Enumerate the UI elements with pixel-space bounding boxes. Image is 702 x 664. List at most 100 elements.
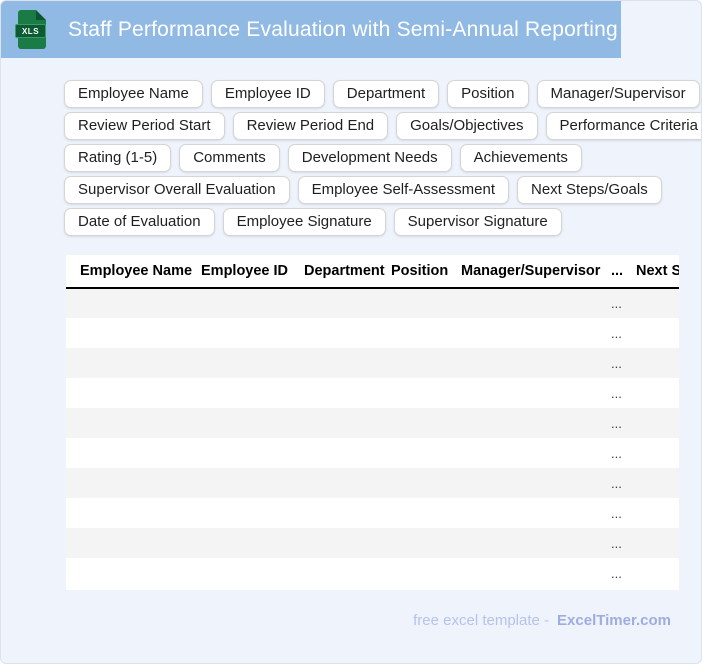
empty-cell (461, 528, 611, 558)
table-row: ... (66, 498, 679, 528)
xls-icon-label: XLS (15, 24, 46, 38)
empty-cell (304, 288, 391, 318)
empty-cell (391, 348, 461, 378)
empty-cell (461, 468, 611, 498)
empty-cell (461, 378, 611, 408)
column-header: Position (391, 255, 461, 289)
empty-cell (636, 348, 679, 378)
empty-cell (636, 408, 679, 438)
empty-cell (304, 528, 391, 558)
table-row: ... (66, 528, 679, 558)
field-chip: Review Period End (232, 112, 389, 140)
empty-cell (201, 348, 304, 378)
empty-cell (391, 558, 461, 588)
empty-cell (66, 528, 201, 558)
table-header-row: Employee Name Employee ID Department Positi… (66, 255, 679, 289)
field-chip: Employee ID (210, 80, 325, 108)
empty-cell (304, 378, 391, 408)
field-chip: Position (447, 80, 529, 108)
column-header: Next Steps/Goals (636, 255, 679, 289)
empty-cell (304, 468, 391, 498)
ellipsis-cell: ... (611, 408, 636, 438)
empty-cell (66, 288, 201, 318)
empty-cell (636, 378, 679, 408)
chip-row: Review Period Start Review Period End Goal… (64, 112, 701, 140)
empty-cell (66, 378, 201, 408)
ellipsis-cell: ... (611, 528, 636, 558)
table-row: ... (66, 408, 679, 438)
ellipsis-cell: ... (611, 565, 622, 581)
column-header: Employee Name (66, 255, 201, 289)
empty-cell (461, 408, 611, 438)
empty-cell (66, 438, 201, 468)
empty-cell (66, 348, 201, 378)
empty-cell (66, 408, 201, 438)
empty-cell (461, 498, 611, 528)
footer-brand-link[interactable]: ExcelTimer.com (557, 612, 671, 629)
table-row: ... (66, 288, 679, 318)
empty-cell (391, 288, 461, 318)
table-body: .............................. (66, 288, 679, 588)
empty-cell (66, 468, 201, 498)
ellipsis-cell: ... (611, 348, 636, 378)
empty-cell (461, 558, 611, 588)
empty-cell (636, 318, 679, 348)
field-chip: Employee Name (64, 80, 203, 108)
empty-cell (636, 558, 679, 588)
empty-cell (636, 288, 679, 318)
ellipsis-cell: ... (611, 325, 622, 341)
empty-cell (391, 468, 461, 498)
empty-cell (201, 468, 304, 498)
field-chip: Development Needs (287, 144, 452, 172)
footer: free excel template - ExcelTimer.com (1, 612, 701, 629)
empty-cell (304, 408, 391, 438)
empty-cell (66, 318, 201, 348)
empty-cell (304, 558, 391, 588)
field-chip-list: Employee Name Employee ID Department Positi… (64, 80, 701, 236)
column-header: Employee ID (201, 255, 304, 289)
empty-cell (636, 498, 679, 528)
ellipsis-cell: ... (611, 468, 636, 498)
field-chip: Rating (1-5) (64, 144, 172, 172)
empty-cell (391, 528, 461, 558)
chip-row: Supervisor Overall Evaluation Employee Se… (64, 176, 701, 204)
field-chip: Review Period Start (64, 112, 225, 140)
empty-cell (201, 378, 304, 408)
field-chip: Comments (179, 144, 280, 172)
empty-cell (636, 468, 679, 498)
preview-table-container: Employee Name Employee ID Department Positi… (66, 255, 679, 590)
file-fold-icon (36, 10, 46, 20)
header-bar: XLS Staff Performance Evaluation with Se… (1, 1, 621, 58)
table-row: ... (66, 378, 679, 408)
ellipsis-cell: ... (611, 288, 636, 318)
table-row: ... (66, 438, 679, 468)
field-chip: Department (332, 80, 440, 108)
empty-cell (201, 288, 304, 318)
empty-cell (304, 348, 391, 378)
empty-cell (201, 438, 304, 468)
table-row: ... (66, 318, 679, 348)
field-chip: Supervisor Overall Evaluation (64, 176, 290, 204)
chip-row: Date of Evaluation Employee Signature Supe… (64, 208, 701, 236)
table-row: ... (66, 558, 679, 588)
field-chip: Date of Evaluation (64, 208, 215, 236)
page: XLS Staff Performance Evaluation with Se… (0, 0, 702, 664)
field-chip: Next Steps/Goals (517, 176, 662, 204)
ellipsis-cell: ... (611, 445, 622, 461)
empty-cell (391, 378, 461, 408)
field-chip: Goals/Objectives (396, 112, 538, 140)
ellipsis-cell: ... (611, 385, 622, 401)
field-chip: Achievements (459, 144, 582, 172)
empty-cell (391, 498, 461, 528)
empty-cell (636, 438, 679, 468)
field-chip: Manager/Supervisor (536, 80, 700, 108)
table-row: ... (66, 348, 679, 378)
field-chip: Performance Criteria (545, 112, 701, 140)
empty-cell (66, 558, 201, 588)
empty-cell (304, 318, 391, 348)
empty-cell (201, 408, 304, 438)
column-header: Department (304, 255, 391, 289)
xls-file-icon: XLS (15, 10, 46, 49)
empty-cell (461, 318, 611, 348)
preview-table: Employee Name Employee ID Department Positi… (66, 255, 679, 588)
